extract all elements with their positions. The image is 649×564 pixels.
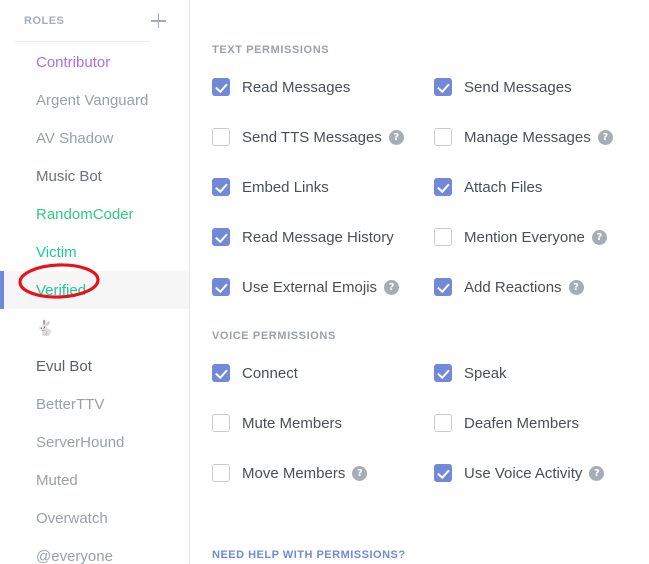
checkbox-unchecked-icon[interactable]	[434, 414, 452, 432]
voice-permissions-title: VOICE PERMISSIONS	[212, 330, 336, 342]
permission-row[interactable]: Move Members?	[212, 456, 434, 490]
permission-label: Attach Files	[464, 178, 543, 196]
help-question-icon[interactable]: ?	[591, 229, 607, 245]
permission-row[interactable]: Deafen Members	[434, 406, 649, 440]
roles-sidebar: ROLES Contributor Argent Vanguard AV Shado…	[0, 0, 190, 564]
permission-label: Read Messages	[242, 78, 351, 96]
checkbox-unchecked-icon[interactable]	[212, 128, 230, 146]
role-item-label: Evul Bot	[36, 357, 92, 375]
help-question-icon[interactable]: ?	[384, 279, 400, 295]
role-item-label: Argent Vanguard	[36, 91, 149, 109]
checkbox-unchecked-icon[interactable]	[434, 128, 452, 146]
checkbox-checked-icon[interactable]	[212, 228, 230, 246]
checkbox-checked-icon[interactable]	[212, 364, 230, 382]
role-list-item[interactable]: Evul Bot	[0, 347, 189, 385]
role-item-label: ServerHound	[36, 433, 125, 451]
checkbox-unchecked-icon[interactable]	[434, 228, 452, 246]
permission-label: Use Voice Activity	[464, 464, 583, 482]
role-list-item[interactable]: Music Bot	[0, 157, 189, 195]
role-item-label: AV Shadow	[36, 129, 114, 147]
role-item-label: Overwatch	[36, 509, 108, 527]
permission-row[interactable]: Connect	[212, 356, 434, 390]
help-question-icon[interactable]: ?	[597, 129, 613, 145]
help-question-icon[interactable]: ?	[352, 465, 368, 481]
permission-row[interactable]: Use External Emojis?	[212, 270, 434, 304]
checkbox-unchecked-icon[interactable]	[212, 464, 230, 482]
checkbox-checked-icon[interactable]	[434, 78, 452, 96]
voice-permissions-grid: Connect Speak Mute Members Deafen Members Mo…	[212, 356, 649, 490]
role-list-item[interactable]: @everyone	[0, 537, 189, 564]
checkbox-checked-icon[interactable]	[434, 278, 452, 296]
permission-row[interactable]: Speak	[434, 356, 649, 390]
permission-label: Speak	[464, 364, 507, 382]
role-list-item[interactable]: Muted	[0, 461, 189, 499]
permission-label: Read Message History	[242, 228, 394, 246]
role-list-item[interactable]: AV Shadow	[0, 119, 189, 157]
permission-label: Deafen Members	[464, 414, 580, 432]
checkbox-checked-icon[interactable]	[434, 464, 452, 482]
role-list-item[interactable]: ServerHound	[0, 423, 189, 461]
help-question-icon[interactable]: ?	[589, 465, 605, 481]
checkbox-checked-icon[interactable]	[212, 78, 230, 96]
role-item-label: RandomCoder	[36, 205, 134, 223]
permission-row[interactable]: Read Message History	[212, 220, 434, 254]
role-item-label: @everyone	[36, 547, 113, 564]
checkbox-checked-icon[interactable]	[212, 178, 230, 196]
permission-label: Mention Everyone	[464, 228, 585, 246]
permission-row[interactable]: Mute Members	[212, 406, 434, 440]
permission-row[interactable]: Send TTS Messages?	[212, 120, 434, 154]
permissions-panel: TEXT PERMISSIONS Read Messages Send Messa…	[190, 0, 649, 564]
role-item-label: Verified	[36, 281, 87, 299]
permission-row[interactable]: Use Voice Activity?	[434, 456, 649, 490]
role-list-item[interactable]: Overwatch	[0, 499, 189, 537]
role-list-item[interactable]: Contributor	[0, 43, 189, 81]
permission-label: Use External Emojis	[242, 278, 378, 296]
role-list-item[interactable]: Victim	[0, 233, 189, 271]
role-list-item[interactable]: RandomCoder	[0, 195, 189, 233]
permission-row[interactable]: Read Messages	[212, 70, 434, 104]
help-question-icon[interactable]: ?	[388, 129, 404, 145]
permission-label: Manage Messages	[464, 128, 591, 146]
text-permissions-grid: Read Messages Send Messages Send TTS Messa…	[212, 70, 649, 304]
role-item-label: Victim	[36, 243, 77, 261]
help-question-icon[interactable]: ?	[568, 279, 584, 295]
permission-label: Send Messages	[464, 78, 572, 96]
permission-label: Connect	[242, 364, 298, 382]
roles-header-title: ROLES	[24, 15, 65, 27]
permission-row[interactable]: Embed Links	[212, 170, 434, 204]
role-list-item[interactable]: Verified	[0, 271, 189, 309]
role-list-item[interactable]: Argent Vanguard	[0, 81, 189, 119]
role-item-label: Contributor	[36, 53, 111, 71]
checkbox-checked-icon[interactable]	[434, 178, 452, 196]
permission-row[interactable]: Mention Everyone?	[434, 220, 649, 254]
permission-row[interactable]: Attach Files	[434, 170, 649, 204]
permission-label: Send TTS Messages	[242, 128, 382, 146]
role-list-item[interactable]: 🐇	[0, 309, 189, 347]
role-item-label: Muted	[36, 471, 78, 489]
permission-label: Add Reactions	[464, 278, 562, 296]
roles-list: Contributor Argent Vanguard AV Shadow Music…	[0, 42, 189, 564]
role-emoji-icon: 🐇	[36, 320, 55, 337]
role-permissions-screen: ROLES Contributor Argent Vanguard AV Shado…	[0, 0, 649, 564]
roles-header: ROLES	[0, 6, 189, 36]
permission-row[interactable]: Manage Messages?	[434, 120, 649, 154]
text-permissions-title: TEXT PERMISSIONS	[212, 44, 330, 56]
permission-label: Move Members	[242, 464, 346, 482]
checkbox-unchecked-icon[interactable]	[212, 414, 230, 432]
checkbox-checked-icon[interactable]	[212, 278, 230, 296]
checkbox-checked-icon[interactable]	[434, 364, 452, 382]
permission-label: Mute Members	[242, 414, 343, 432]
role-list-item[interactable]: BetterTTV	[0, 385, 189, 423]
add-role-plus-icon[interactable]	[151, 13, 167, 29]
permission-row[interactable]: Send Messages	[434, 70, 649, 104]
role-item-label: Music Bot	[36, 167, 102, 185]
need-help-with-permissions-link[interactable]: NEED HELP WITH PERMISSIONS?	[212, 549, 406, 561]
permission-label: Embed Links	[242, 178, 329, 196]
permission-row[interactable]: Add Reactions?	[434, 270, 649, 304]
role-item-label: BetterTTV	[36, 395, 105, 413]
